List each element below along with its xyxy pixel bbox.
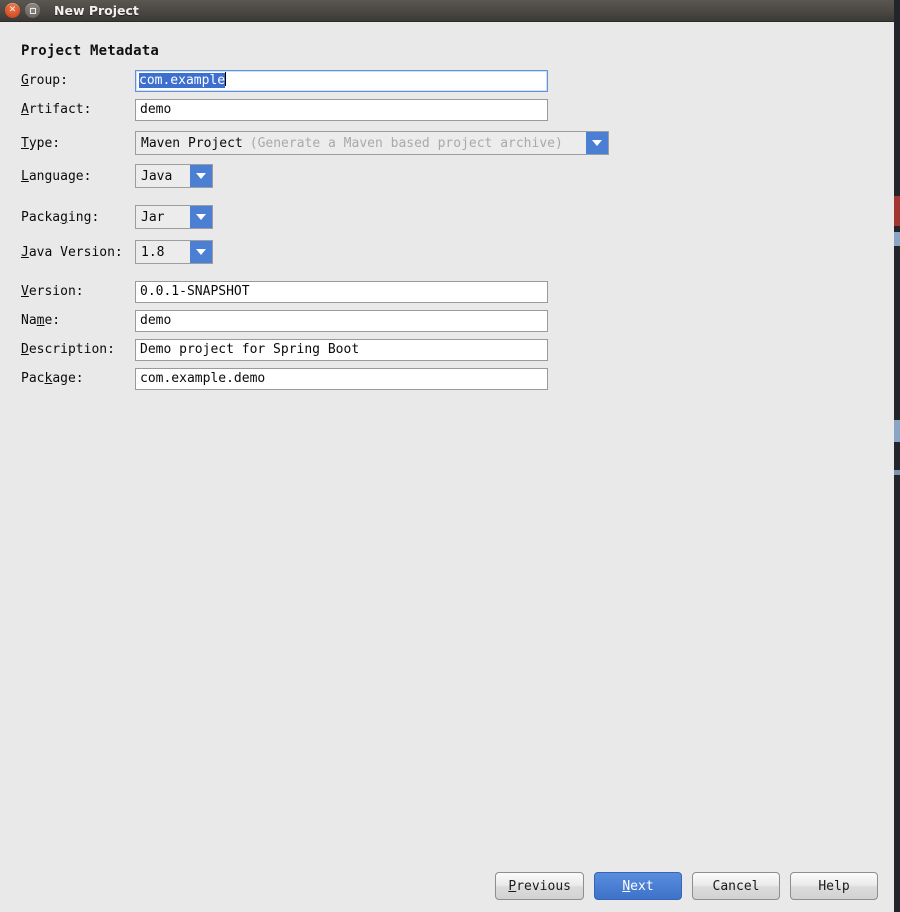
- background-segment-red: [894, 196, 900, 226]
- screen: ✕ New Project Project Metadata Group: co…: [0, 0, 900, 912]
- language-combobox-text: Java: [141, 168, 173, 184]
- package-label: Package:: [21, 371, 84, 386]
- java-version-combobox-text: 1.8: [141, 244, 165, 260]
- packaging-combobox-text: Jar: [141, 209, 165, 225]
- artifact-label: Artifact:: [21, 102, 92, 117]
- java-version-field-area: 1.8: [135, 240, 213, 264]
- help-button[interactable]: Help: [790, 872, 878, 900]
- form-row-type: Type: Maven Project (Generate a Maven bas…: [0, 131, 894, 157]
- chevron-down-icon: [196, 214, 206, 220]
- chevron-down-icon: [196, 173, 206, 179]
- cancel-button[interactable]: Cancel: [692, 872, 780, 900]
- language-field-area: Java: [135, 164, 213, 188]
- name-label: Name:: [21, 313, 61, 328]
- close-glyph: ✕: [8, 5, 17, 15]
- type-hint: (Generate a Maven based project archive): [249, 135, 563, 151]
- packaging-combobox[interactable]: Jar: [135, 205, 213, 229]
- dialog-content: Project Metadata Group: com.example Arti…: [0, 22, 894, 912]
- form-row-language: Language: Java: [0, 164, 894, 190]
- form-row-description: Description: Demo project for Spring Boo…: [0, 339, 894, 361]
- background-segment-blue-3: [894, 470, 900, 475]
- language-combobox[interactable]: Java: [135, 164, 213, 188]
- close-icon[interactable]: ✕: [5, 3, 20, 18]
- type-combobox[interactable]: Maven Project (Generate a Maven based pro…: [135, 131, 609, 155]
- description-input[interactable]: Demo project for Spring Boot: [135, 339, 548, 361]
- java-version-dropdown-arrow-icon[interactable]: [190, 241, 212, 263]
- form-row-name: Name: demo: [0, 310, 894, 332]
- description-label: Description:: [21, 342, 115, 357]
- background-segment-blue-1: [894, 232, 900, 246]
- group-input[interactable]: com.example: [135, 70, 548, 92]
- chevron-down-icon: [196, 249, 206, 255]
- artifact-field-area: demo: [135, 99, 548, 121]
- name-input[interactable]: demo: [135, 310, 548, 332]
- java-version-combobox[interactable]: 1.8: [135, 240, 213, 264]
- previous-button[interactable]: Previous: [495, 872, 584, 900]
- group-label: Group:: [21, 73, 68, 88]
- package-field-area: com.example.demo: [135, 368, 548, 390]
- java-version-label: Java Version:: [21, 245, 123, 260]
- packaging-field-area: Jar: [135, 205, 213, 229]
- version-label: Version:: [21, 284, 84, 299]
- dialog-button-bar: Previous Next Cancel Help: [495, 872, 878, 900]
- desktop-background-strip: [894, 0, 900, 912]
- packaging-label: Packaging:: [21, 210, 100, 225]
- artifact-input[interactable]: demo: [135, 99, 548, 121]
- version-input[interactable]: 0.0.1-SNAPSHOT: [135, 281, 548, 303]
- window-title: New Project: [54, 3, 139, 18]
- type-dropdown-arrow-icon[interactable]: [586, 132, 608, 154]
- form-row-version: Version: 0.0.1-SNAPSHOT: [0, 281, 894, 303]
- form-row-artifact: Artifact: demo: [0, 99, 894, 121]
- form-row-package: Package: com.example.demo: [0, 368, 894, 390]
- form-row-java-version: Java Version: 1.8: [0, 240, 894, 266]
- type-combobox-text: Maven Project (Generate a Maven based pro…: [136, 132, 586, 154]
- background-segment-blue-2: [894, 420, 900, 442]
- chevron-down-icon: [592, 140, 602, 146]
- type-label: Type:: [21, 136, 61, 151]
- language-label: Language:: [21, 169, 92, 184]
- page-title: Project Metadata: [21, 43, 160, 59]
- language-dropdown-arrow-icon[interactable]: [190, 165, 212, 187]
- new-project-dialog: ✕ New Project Project Metadata Group: co…: [0, 0, 894, 912]
- packaging-dropdown-arrow-icon[interactable]: [190, 206, 212, 228]
- type-field-area: Maven Project (Generate a Maven based pro…: [135, 131, 609, 155]
- version-field-area: 0.0.1-SNAPSHOT: [135, 281, 548, 303]
- description-field-area: Demo project for Spring Boot: [135, 339, 548, 361]
- project-metadata-form: Group: com.example Artifact: demo Type:: [0, 70, 894, 397]
- form-row-group: Group: com.example: [0, 70, 894, 92]
- group-field-area: com.example: [135, 70, 548, 92]
- type-value: Maven Project: [141, 135, 243, 151]
- maximize-icon[interactable]: [25, 3, 40, 18]
- name-field-area: demo: [135, 310, 548, 332]
- title-bar: ✕ New Project: [0, 0, 894, 22]
- maximize-glyph: [25, 3, 40, 18]
- text-caret: [225, 72, 227, 86]
- form-row-packaging: Packaging: Jar: [0, 205, 894, 231]
- group-input-selected-text: com.example: [139, 73, 226, 88]
- package-input[interactable]: com.example.demo: [135, 368, 548, 390]
- next-button[interactable]: Next: [594, 872, 682, 900]
